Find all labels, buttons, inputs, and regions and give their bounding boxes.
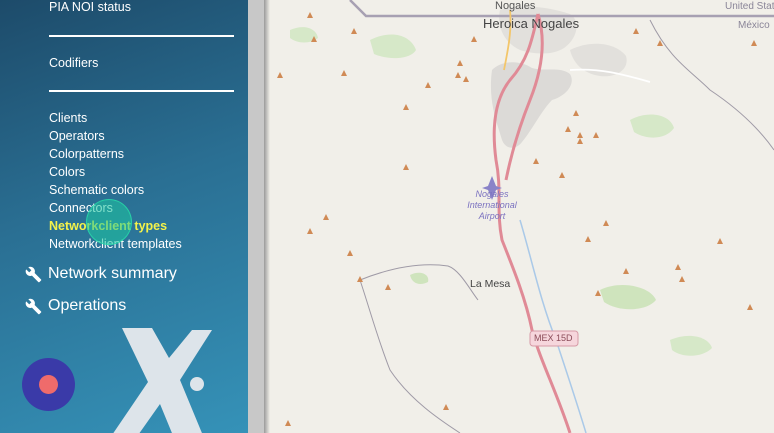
sidebar-item-codifiers[interactable]: Codifiers [49,56,98,70]
sidebar-divider [49,35,234,37]
section-label: Operations [48,297,127,314]
sidebar: PIA NOI status Codifiers Clients Operato… [0,0,248,433]
sidebar-divider [49,90,234,92]
map-tiles [277,0,774,433]
wrench-icon [25,266,42,282]
wrench-icon [25,298,42,314]
sidebar-item-schematic-colors[interactable]: Schematic colors [49,183,144,197]
map-label-highway-shield: MEX 15D [534,333,573,343]
record-button[interactable] [22,358,75,411]
section-label: Network summary [48,265,177,282]
record-dot-icon [39,375,58,394]
sidebar-section-operations[interactable]: Operations [25,297,126,315]
sidebar-item-colorpatterns[interactable]: Colorpatterns [49,147,124,161]
map-view[interactable]: Nogales Heroica Nogales United Stat Méxi… [270,0,774,433]
brand-x-logo [113,328,212,433]
sidebar-item-clients[interactable]: Clients [49,111,87,125]
click-indicator [86,199,132,245]
map-label-heroica-nogales: Heroica Nogales [483,16,580,31]
sidebar-item-pia-noi-status[interactable]: PIA NOI status [49,0,131,14]
map-label-united-states: United Stat [725,1,774,12]
map-label-la-mesa: La Mesa [470,278,511,290]
scrollbar-gutter[interactable] [248,0,264,433]
map-label-airport: Nogales International Airport [467,189,517,221]
map-label-mexico: México [738,20,770,31]
sidebar-item-colors[interactable]: Colors [49,165,85,179]
map-label-nogales: Nogales [495,0,536,12]
sidebar-item-operators[interactable]: Operators [49,129,105,143]
sidebar-section-network-summary[interactable]: Network summary [25,265,177,283]
